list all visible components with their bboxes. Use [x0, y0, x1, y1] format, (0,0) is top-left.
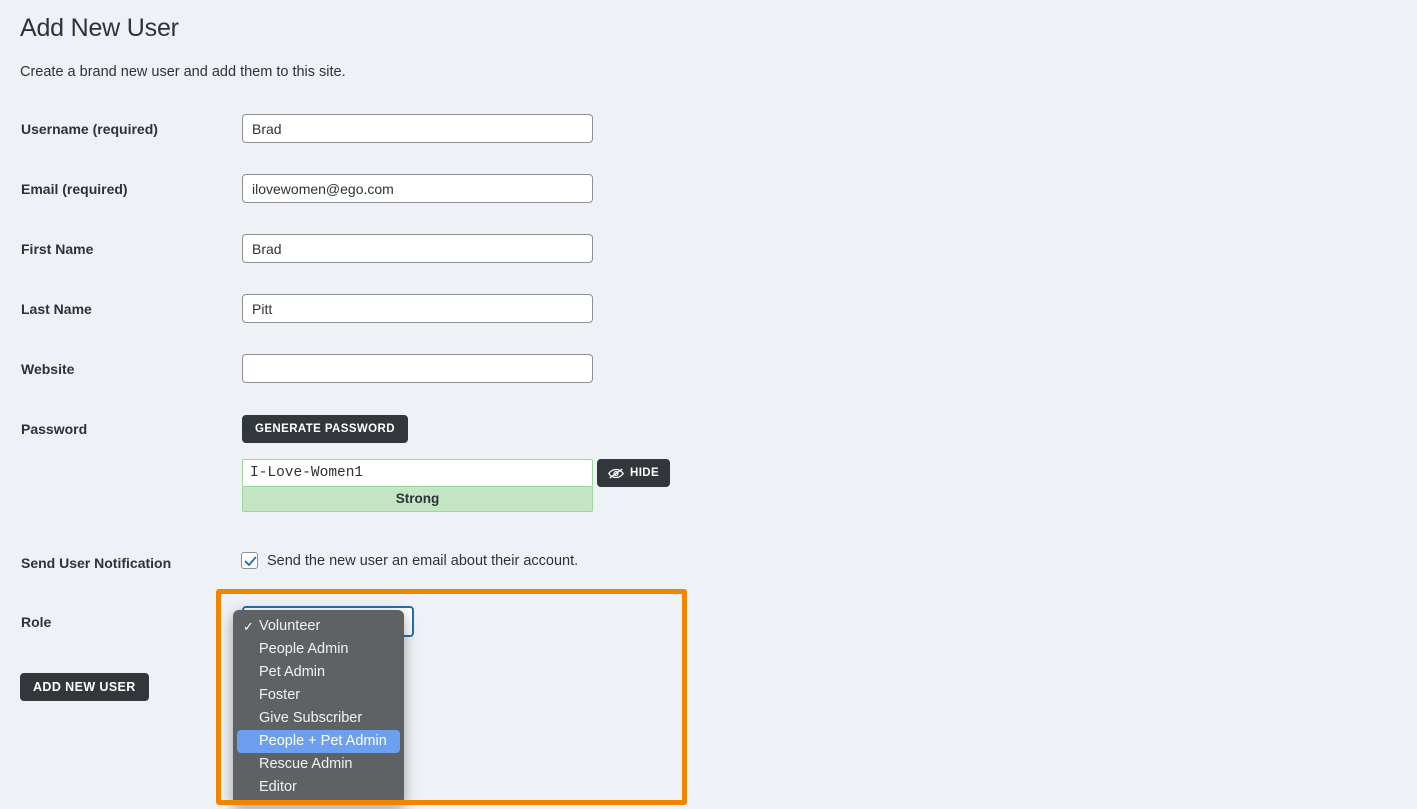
hide-password-label: HIDE — [630, 467, 660, 479]
page-subtitle: Create a brand new user and add them to … — [20, 64, 346, 80]
send-notification-label[interactable]: Send the new user an email about their a… — [267, 553, 578, 569]
email-input[interactable] — [242, 174, 593, 203]
last-name-label: Last Name — [21, 301, 92, 317]
website-label: Website — [21, 361, 75, 377]
password-strength-indicator: Strong — [242, 487, 593, 512]
add-new-user-page: Add New User Create a brand new user and… — [0, 0, 1417, 809]
send-notification-control[interactable]: Send the new user an email about their a… — [241, 552, 578, 569]
role-dropdown-option[interactable]: People Admin — [233, 638, 404, 661]
hide-password-button[interactable]: HIDE — [597, 459, 671, 487]
send-notification-row-label: Send User Notification — [21, 555, 172, 571]
first-name-input[interactable] — [242, 234, 593, 263]
first-name-label: First Name — [21, 241, 94, 257]
page-title: Add New User — [20, 14, 179, 42]
eye-slash-icon — [608, 467, 624, 480]
add-new-user-button[interactable]: ADD NEW USER — [20, 673, 149, 701]
send-notification-checkbox[interactable] — [241, 552, 258, 569]
role-dropdown-menu[interactable]: VolunteerPeople AdminPet AdminFosterGive… — [233, 610, 404, 805]
role-label: Role — [21, 614, 52, 630]
role-dropdown-option[interactable]: Rescue Admin — [233, 753, 404, 776]
email-label: Email (required) — [21, 181, 128, 197]
password-input[interactable] — [242, 459, 593, 487]
role-dropdown-option[interactable]: Give Subscriber — [233, 707, 404, 730]
website-input[interactable] — [242, 354, 593, 383]
username-input[interactable] — [242, 114, 593, 143]
generate-password-button[interactable]: GENERATE PASSWORD — [242, 415, 408, 443]
password-label: Password — [21, 421, 88, 437]
role-dropdown-option[interactable]: Editor — [233, 776, 404, 799]
role-dropdown-option[interactable]: People + Pet Admin — [237, 730, 400, 753]
role-dropdown-option[interactable]: Foster — [233, 684, 404, 707]
last-name-input[interactable] — [242, 294, 593, 323]
checkmark-icon — [244, 556, 257, 566]
username-label: Username (required) — [21, 121, 158, 137]
role-dropdown-option[interactable]: Pet Admin — [233, 661, 404, 684]
role-dropdown-option[interactable]: Volunteer — [233, 615, 404, 638]
